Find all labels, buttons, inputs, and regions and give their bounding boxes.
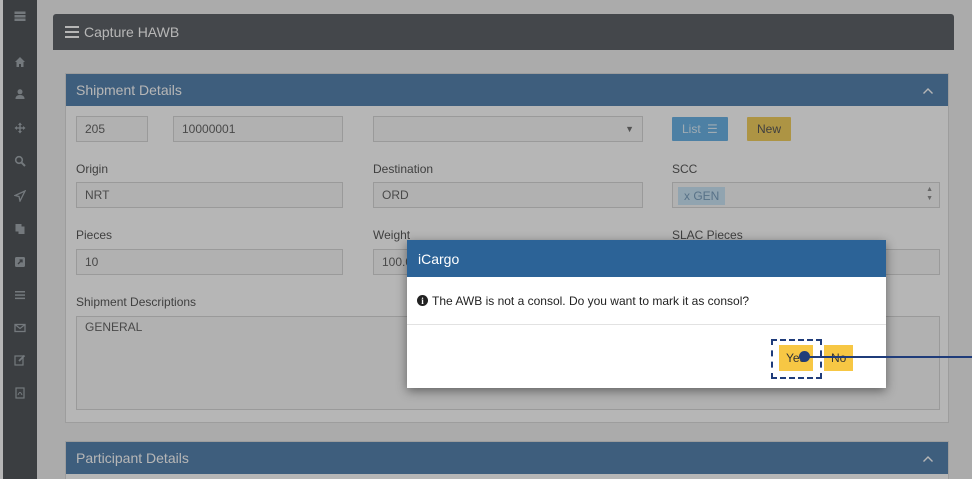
info-icon: i (417, 295, 428, 306)
dialog-body: i The AWB is not a consol. Do you want t… (407, 277, 886, 325)
annotation-highlight-box (771, 339, 822, 379)
annotation-pointer-line (803, 356, 972, 358)
dialog-message: The AWB is not a consol. Do you want to … (432, 293, 750, 308)
dialog-title: iCargo (407, 240, 886, 277)
no-button[interactable]: No (824, 345, 854, 371)
annotation-pointer-dot (799, 351, 810, 362)
app-root: Capture HAWB Shipment Details 205 100000… (0, 0, 972, 479)
